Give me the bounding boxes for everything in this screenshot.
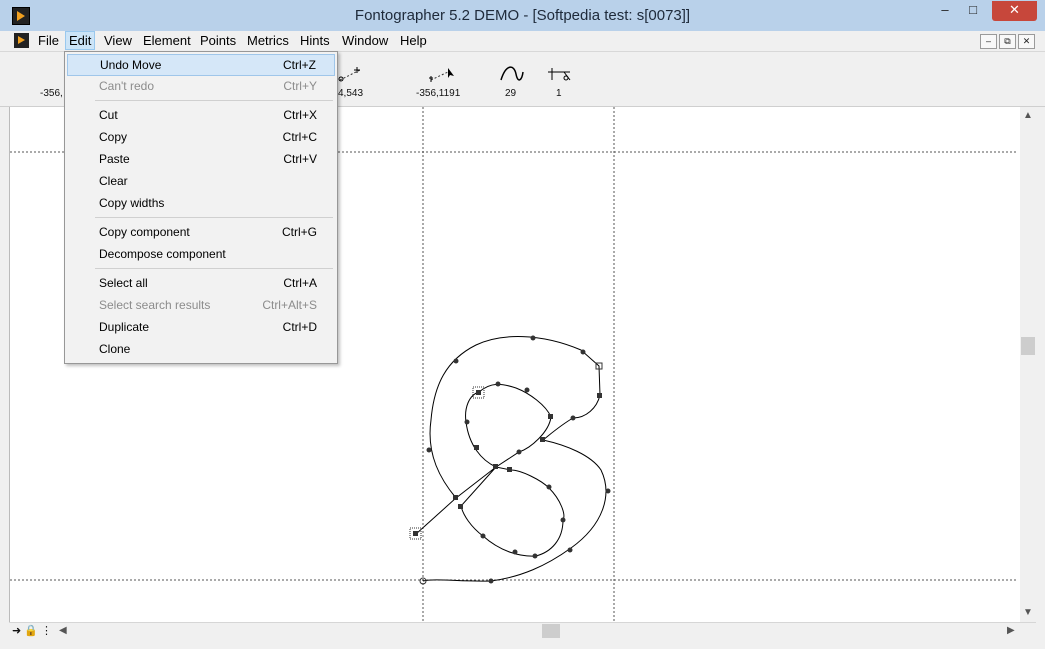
toolbar-value-cursor: -356,1191 — [416, 88, 461, 99]
window-title: Fontographer 5.2 DEMO - [Softpedia test:… — [354, 7, 691, 24]
menu-item-copy-component[interactable]: Copy component Ctrl+G — [67, 222, 335, 242]
menu-points[interactable]: Points — [198, 33, 238, 48]
menu-view[interactable]: View — [102, 33, 134, 48]
menu-file[interactable]: File — [36, 33, 61, 48]
menu-item-paste[interactable]: Paste Ctrl+V — [67, 149, 335, 169]
menu-item-select-search-results: Select search results Ctrl+Alt+S — [99, 298, 317, 312]
menu-item-cut[interactable]: Cut Ctrl+X — [67, 105, 335, 125]
menu-item-copy[interactable]: Copy Ctrl+C — [67, 127, 335, 147]
toolbar-value-angle: 29 — [505, 88, 517, 99]
menu-hints[interactable]: Hints — [298, 33, 332, 48]
curve-icon — [500, 66, 524, 81]
menu-element[interactable]: Element — [141, 33, 193, 48]
scroll-down-icon[interactable]: ▼ — [1023, 607, 1033, 618]
menu-item-select-all[interactable]: Select all Ctrl+A — [67, 273, 335, 293]
scroll-left-icon[interactable]: ◀ — [59, 625, 67, 636]
menu-separator — [95, 100, 333, 101]
toolbar-value-count: 1 — [556, 88, 562, 99]
minimize-button[interactable]: – — [932, 1, 958, 21]
status-tools: ➜ 🔒 ⋮ — [12, 624, 52, 637]
menu-separator — [95, 268, 333, 269]
menu-metrics[interactable]: Metrics — [245, 33, 291, 48]
horizontal-scrollbar[interactable]: ◀ ▶ — [59, 623, 1034, 640]
hint-icon — [548, 68, 571, 81]
menu-edit[interactable]: Edit — [65, 31, 96, 50]
menu-separator — [95, 217, 333, 218]
toolbar-value-position: -356, — [40, 88, 63, 99]
close-button[interactable]: ✕ — [992, 1, 1037, 21]
edit-menu-dropdown: Undo Move Ctrl+Z Can't redo Ctrl+Y Cut C… — [64, 51, 338, 364]
menu-item-cant-redo: Can't redo Ctrl+Y — [99, 79, 317, 93]
node-pair-icon — [338, 67, 361, 82]
status-bar: ➜ 🔒 ⋮ ◀ ▶ — [9, 622, 1036, 640]
menu-item-decompose-component[interactable]: Decompose component — [67, 244, 335, 264]
maximize-button[interactable]: □ — [960, 1, 986, 21]
arrow-right-icon[interactable]: ➜ — [12, 625, 21, 637]
toolbar-value-offset: 4,543 — [338, 88, 364, 99]
menu-item-undo-move[interactable]: Undo Move Ctrl+Z — [67, 54, 335, 76]
menu-help[interactable]: Help — [398, 33, 429, 48]
menu-window[interactable]: Window — [340, 33, 390, 48]
menu-item-clone[interactable]: Clone — [67, 339, 335, 359]
document-icon[interactable] — [14, 33, 29, 48]
menu-item-duplicate[interactable]: Duplicate Ctrl+D — [67, 317, 335, 337]
horizontal-scroll-thumb[interactable] — [542, 624, 560, 638]
menu-item-clear[interactable]: Clear — [67, 171, 335, 191]
scroll-right-icon[interactable]: ▶ — [1007, 625, 1015, 636]
scroll-up-icon[interactable]: ▲ — [1023, 110, 1033, 121]
grid-dots-icon[interactable]: ⋮ — [41, 625, 52, 637]
title-bar: Fontographer 5.2 DEMO - [Softpedia test:… — [0, 0, 1045, 32]
measure-arrow-icon — [429, 68, 454, 82]
mdi-close-button[interactable]: ✕ — [1018, 34, 1035, 49]
mdi-restore-button[interactable]: ⧉ — [999, 34, 1016, 49]
vertical-scrollbar[interactable]: ▲ ▼ — [1020, 107, 1036, 622]
lock-icon[interactable]: 🔒 — [24, 625, 38, 637]
menu-item-copy-widths[interactable]: Copy widths — [67, 193, 335, 213]
menu-bar: File Edit View Element Points Metrics Hi… — [0, 31, 1045, 52]
mdi-minimize-button[interactable]: – — [980, 34, 997, 49]
vertical-scroll-thumb[interactable] — [1021, 337, 1035, 355]
